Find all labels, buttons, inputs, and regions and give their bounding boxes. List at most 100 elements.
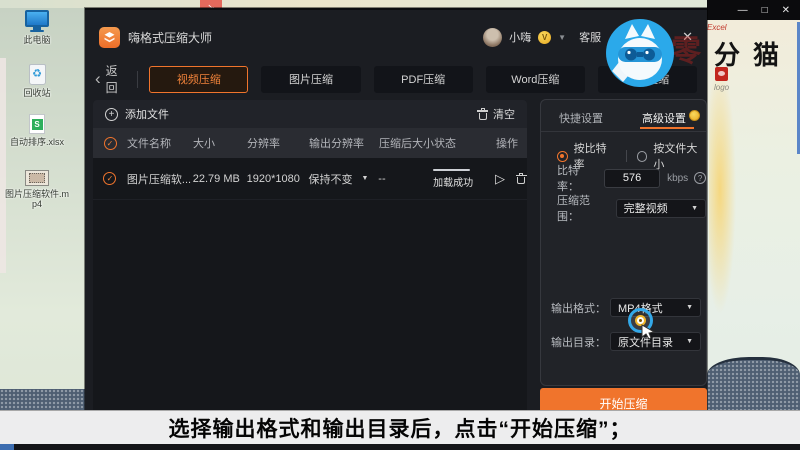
wallpaper-right-strip: Excel 分猫 logo <box>707 20 800 412</box>
directory-label: 输出目录： <box>551 334 606 350</box>
divider <box>626 150 627 162</box>
bottom-bar-accent <box>0 444 14 450</box>
tab-image-compress[interactable]: 图片压缩 <box>261 66 360 93</box>
tab-quick-settings[interactable]: 快捷设置 <box>559 110 603 126</box>
wallpaper-excel-text: Excel <box>707 23 727 32</box>
row-checkbox[interactable]: ✓ <box>103 172 116 185</box>
vip-coin-icon <box>689 110 700 121</box>
col-resolution: 分辨率 <box>247 135 309 151</box>
output-resolution-select[interactable]: 保持不变 ▼ <box>308 171 378 187</box>
vip-coin-icon: V <box>538 31 551 44</box>
cat-mascot-logo <box>606 19 674 87</box>
progress-bar <box>433 169 470 171</box>
video-file-icon <box>25 170 49 186</box>
status-text: 加载成功 <box>433 174 493 189</box>
col-size: 大小 <box>193 135 247 151</box>
computer-icon <box>25 10 49 27</box>
customer-service-link[interactable]: 客服 <box>579 29 601 45</box>
cell-size: 22.79 MB <box>193 173 247 185</box>
desktop-icon-label: 此电脑 <box>23 35 50 45</box>
file-toolbar: + 添加文件 清空 <box>93 100 527 128</box>
cell-compressed-size: -- <box>378 173 433 185</box>
clear-button[interactable]: 清空 <box>477 106 515 122</box>
divider <box>137 71 138 88</box>
file-list-section: + 添加文件 清空 ✓ 文件名称 大小 分辨率 输出分辨率 压缩后大小 状态 操… <box>93 100 527 412</box>
bitrate-input[interactable]: 576 <box>604 169 660 188</box>
output-directory-dropdown[interactable]: 原文件目录 ▼ <box>610 332 701 351</box>
chevron-down-icon[interactable]: ▼ <box>558 33 566 42</box>
logo-subtext: logo <box>714 83 729 92</box>
outer-maximize-button[interactable]: □ <box>762 5 768 16</box>
range-dropdown[interactable]: 完整视频 ▼ <box>616 199 706 218</box>
outer-close-button[interactable]: ✕ <box>782 5 790 16</box>
select-all-checkbox[interactable]: ✓ <box>104 137 117 150</box>
tab-video-compress[interactable]: 视频压缩 <box>149 66 248 93</box>
radio-by-filesize[interactable] <box>637 151 648 162</box>
wallpaper-denim-right <box>707 357 800 412</box>
desktop-icon-xlsx[interactable]: S 自动排序.xlsx <box>4 114 70 147</box>
username[interactable]: 小嗨 <box>509 29 531 45</box>
col-operation: 操作 <box>494 135 527 151</box>
wallpaper-yellow-band <box>709 58 745 388</box>
add-icon: + <box>105 108 118 121</box>
row-delete-icon[interactable] <box>516 173 527 185</box>
tab-advanced-settings[interactable]: 高级设置 <box>642 110 686 126</box>
help-icon[interactable]: ? <box>694 172 706 184</box>
desktop-icon-label: 图片压缩软件.mp4 <box>4 189 70 209</box>
col-status: 状态 <box>434 135 494 151</box>
radio-by-bitrate[interactable] <box>557 151 568 162</box>
back-button[interactable]: ‹ 返回 <box>95 62 128 96</box>
wallpaper-denim-left <box>0 389 85 412</box>
trash-icon <box>477 108 488 120</box>
click-indicator <box>628 308 653 333</box>
desktop-icon-recycle-bin[interactable]: ♻ 回收站 <box>4 64 70 98</box>
bitrate-unit: kbps <box>667 173 688 184</box>
outer-minimize-button[interactable]: — <box>738 5 748 16</box>
bottom-bar <box>0 444 800 450</box>
subtitle-strip: 选择输出格式和输出目录后，点击“开始压缩”； <box>0 410 800 444</box>
cell-resolution: 1920*1080 <box>247 173 309 185</box>
screen: ↘ 此电脑 ♻ 回收站 S 自动排序.xlsx 图片压缩软件.mp4 <box>0 0 800 450</box>
tab-pdf-compress[interactable]: PDF压缩 <box>374 66 473 93</box>
col-output-resolution: 输出分辨率 <box>309 135 379 151</box>
outer-window-titlebar: — □ ✕ <box>707 0 800 20</box>
format-row: 输出格式： MP4格式 ▼ <box>551 298 701 317</box>
status-cell: 加载成功 <box>433 169 493 189</box>
file-list-empty-area <box>93 200 527 412</box>
desktop-icon-mp4[interactable]: 图片压缩软件.mp4 <box>4 170 70 209</box>
range-row: 压缩范围： 完整视频 ▼ <box>557 192 706 224</box>
app-title: 嗨格式压缩大师 <box>128 29 212 46</box>
table-header: ✓ 文件名称 大小 分辨率 输出分辨率 压缩后大小 状态 操作 <box>93 128 527 158</box>
add-file-button[interactable]: 添加文件 <box>125 106 169 122</box>
settings-panel: 快捷设置 高级设置 按比特率 按文件大小 比特率： 576 kbps ? 压缩范… <box>540 99 707 386</box>
desktop-icon-label: 回收站 <box>23 88 50 98</box>
desktop-icon-label: 自动排序.xlsx <box>10 137 64 147</box>
chevron-down-icon: ▼ <box>686 338 693 345</box>
col-compressed-size: 压缩后大小 <box>379 135 434 151</box>
red-logo-icon <box>715 67 728 81</box>
table-row: ✓ 图片压缩软... 22.79 MB 1920*1080 保持不变 ▼ -- … <box>93 158 527 200</box>
spreadsheet-file-icon: S <box>29 114 45 134</box>
desktop: 此电脑 ♻ 回收站 S 自动排序.xlsx 图片压缩软件.mp4 <box>0 8 85 444</box>
range-label: 压缩范围： <box>557 192 612 224</box>
bitrate-row: 比特率： 576 kbps ? <box>557 162 706 194</box>
output-format-dropdown[interactable]: MP4格式 ▼ <box>610 298 701 317</box>
back-arrow-icon: ‹ <box>95 73 101 85</box>
subtitle-text: 选择输出格式和输出目录后，点击“开始压缩”； <box>169 413 632 443</box>
watermark-character: 零 <box>671 26 701 70</box>
play-icon[interactable]: ▷ <box>495 172 505 185</box>
divider <box>541 131 706 132</box>
bitrate-label: 比特率： <box>557 162 600 194</box>
tab-word-compress[interactable]: Word压缩 <box>486 66 585 93</box>
chevron-down-icon: ▼ <box>686 304 693 311</box>
cell-file-name: 图片压缩软... <box>127 171 193 187</box>
active-tab-underline <box>640 127 694 129</box>
chevron-down-icon: ▼ <box>691 205 698 212</box>
avatar[interactable] <box>483 28 502 47</box>
format-label: 输出格式： <box>551 300 606 316</box>
mouse-cursor-icon <box>641 324 655 345</box>
wallpaper-top-strip <box>0 0 800 8</box>
desktop-icon-this-pc[interactable]: 此电脑 <box>4 10 70 45</box>
chevron-down-icon: ▼ <box>361 175 368 182</box>
recycle-bin-icon: ♻ <box>29 64 46 85</box>
